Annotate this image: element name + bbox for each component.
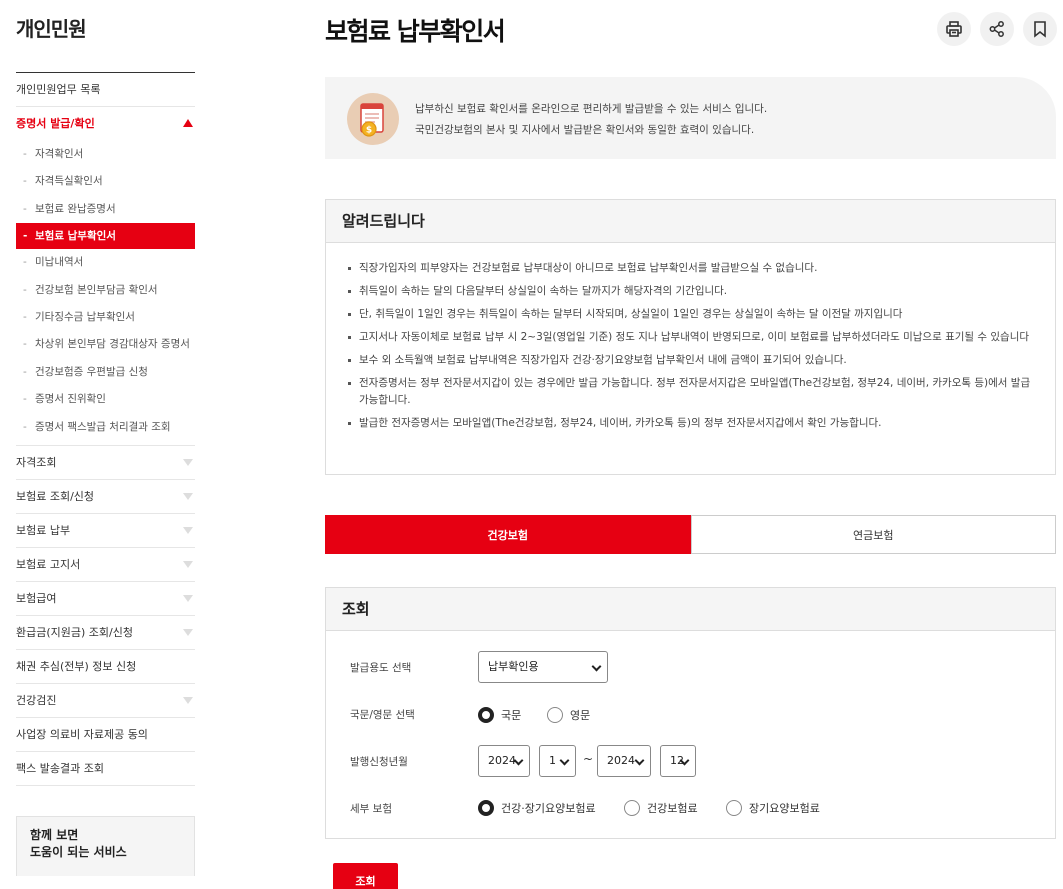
sidebar-section-certificates[interactable]: 증명서 발급/확인 bbox=[16, 107, 195, 141]
radio-label: 국문 bbox=[501, 709, 522, 722]
notice-item: 전자증명서는 정부 전자문서지갑이 있는 경우에만 발급 가능합니다. 정부 전… bbox=[348, 375, 1035, 409]
radio-korean[interactable]: 국문 bbox=[478, 707, 521, 723]
tab-health-insurance[interactable]: 건강보험 bbox=[325, 515, 691, 554]
sidebar-subitem[interactable]: - 건강보험 본인부담금 확인서 bbox=[16, 277, 195, 304]
sidebar-section[interactable]: 사업장 의료비 자료제공 동의 bbox=[16, 718, 195, 752]
from-month-select[interactable]: 1 bbox=[539, 745, 576, 777]
sidebar-subitem[interactable]: - 건강보험증 우편발급 신청 bbox=[16, 359, 195, 386]
radio-health[interactable]: 건강보험료 bbox=[624, 800, 698, 816]
page-title: 보험료 납부확인서 bbox=[325, 17, 506, 46]
sidebar-subitem-active[interactable]: - 보험료 납부확인서 bbox=[16, 223, 195, 250]
to-month-select[interactable]: 12 bbox=[660, 745, 696, 777]
purpose-select[interactable]: 납부확인용 bbox=[478, 651, 608, 683]
radio-dot bbox=[547, 707, 563, 723]
intro-text: 납부하신 보험료 확인서를 온라인으로 편리하게 발급받을 수 있는 서비스 입… bbox=[415, 99, 767, 141]
intro-line: 납부하신 보험료 확인서를 온라인으로 편리하게 발급받을 수 있는 서비스 입… bbox=[415, 103, 768, 115]
radio-label: 장기요양보험료 bbox=[749, 802, 820, 815]
sidebar-subitem[interactable]: - 보험료 완납증명서 bbox=[16, 196, 195, 223]
related-services-title-2: 도움이 되는 서비스 bbox=[30, 844, 127, 859]
to-year-select[interactable]: 2024 bbox=[597, 745, 651, 777]
share-button[interactable] bbox=[980, 12, 1014, 46]
sidebar-subitem[interactable]: - 자격확인서 bbox=[16, 141, 195, 168]
chevron-down-icon bbox=[183, 492, 193, 500]
chevron-down-icon bbox=[183, 560, 193, 568]
sidebar-subitem[interactable]: - 증명서 진위확인 bbox=[16, 386, 195, 413]
sidebar-title: 개인민원 bbox=[16, 13, 195, 73]
sidebar-item-menu-list[interactable]: 개인민원업무 목록 bbox=[16, 73, 195, 107]
period-separator: ~ bbox=[583, 752, 594, 766]
language-label: 국문/영문 선택 bbox=[350, 709, 415, 721]
insurance-label: 세부 보험 bbox=[350, 803, 392, 815]
radio-label: 건강보험료 bbox=[647, 802, 698, 815]
period-label: 발행신청년월 bbox=[350, 756, 408, 768]
sidebar-section-label: 증명서 발급/확인 bbox=[16, 117, 95, 130]
sidebar-submenu: - 자격확인서 - 자격득실확인서 - 보험료 완납증명서 - 보험료 납부확인서 -미… bbox=[16, 141, 195, 446]
notice-item: 보수 외 소득월액 보험료 납부내역은 직장가입자 건강·장기요양보험 납부확인… bbox=[348, 352, 1035, 369]
chevron-down-icon bbox=[183, 458, 193, 466]
from-year-select[interactable]: 2024 bbox=[478, 745, 530, 777]
sidebar-subitem[interactable]: - 기타징수금 납부확인서 bbox=[16, 304, 195, 331]
sidebar-subitem[interactable]: - 차상위 본인부담 경감대상자 증명서 bbox=[16, 331, 195, 358]
share-icon bbox=[989, 21, 1004, 37]
print-button[interactable] bbox=[937, 12, 971, 46]
radio-dot bbox=[624, 800, 640, 816]
chevron-down-icon bbox=[183, 628, 193, 636]
radio-dot bbox=[726, 800, 742, 816]
sidebar-section[interactable]: 건강검진 bbox=[16, 684, 195, 718]
notice-item: 단, 취득일이 1일인 경우는 취득일이 속하는 달부터 시작되며, 상실일이 … bbox=[348, 306, 1035, 323]
document-coin-icon: $ bbox=[347, 93, 399, 145]
sidebar-section[interactable]: 자격조회 bbox=[16, 446, 195, 480]
sidebar-section[interactable]: 보험급여 bbox=[16, 582, 195, 616]
notice-heading: 알려드립니다 bbox=[326, 200, 1055, 243]
search-button[interactable]: 조회 bbox=[333, 863, 398, 889]
sidebar: 개인민원 개인민원업무 목록 증명서 발급/확인 - 자격확인서 - 자격득실확인서… bbox=[16, 0, 195, 876]
bookmark-icon bbox=[1034, 21, 1046, 38]
tab-pension-insurance[interactable]: 연금보험 bbox=[690, 515, 1056, 554]
purpose-label: 발급용도 선택 bbox=[350, 662, 412, 674]
sidebar-section[interactable]: 보험료 납부 bbox=[16, 514, 195, 548]
sidebar-section[interactable]: 팩스 발송결과 조회 bbox=[16, 752, 195, 786]
chevron-down-icon bbox=[183, 696, 193, 704]
sidebar-subitem[interactable]: - 미납내역서 bbox=[16, 249, 195, 276]
sidebar-subitem[interactable]: - 증명서 팩스발급 처리결과 조회 bbox=[16, 414, 195, 441]
notice-item: 고지서나 자동이체로 보험료 납부 시 2~3일(영업일 기준) 정도 지나 납… bbox=[348, 329, 1035, 346]
bookmark-button[interactable] bbox=[1023, 12, 1057, 46]
chevron-down-icon bbox=[183, 594, 193, 602]
sidebar-subitem[interactable]: - 자격득실확인서 bbox=[16, 168, 195, 195]
sidebar-section[interactable]: 채권 추심(전부) 정보 신청 bbox=[16, 650, 195, 684]
radio-label: 건강·장기요양보험료 bbox=[501, 802, 596, 815]
sidebar-section[interactable]: 보험료 조회/신청 bbox=[16, 480, 195, 514]
query-panel: 조회 발급용도 선택 납부확인용 국문/영문 선택 국문 영문 발행신청년월 2… bbox=[325, 587, 1056, 839]
notice-list: 직장가입자의 피부양자는 건강보험료 납부대상이 아니므로 보험료 납부확인서를… bbox=[326, 243, 1055, 432]
sidebar-section[interactable]: 환급금(지원금) 조회/신청 bbox=[16, 616, 195, 650]
notice-panel: 알려드립니다 직장가입자의 피부양자는 건강보험료 납부대상이 아니므로 보험료… bbox=[325, 199, 1056, 475]
radio-dot bbox=[478, 707, 494, 723]
intro-line: 국민건강보험의 본사 및 지사에서 발급받은 확인서와 동일한 효력이 있습니다… bbox=[415, 124, 755, 136]
radio-ltc[interactable]: 장기요양보험료 bbox=[726, 800, 820, 816]
intro-banner: $ 납부하신 보험료 확인서를 온라인으로 편리하게 발급받을 수 있는 서비스… bbox=[325, 77, 1056, 159]
insurance-tabs: 건강보험 연금보험 bbox=[325, 515, 1056, 554]
related-services-title-1: 함께 보면 bbox=[30, 827, 79, 842]
chevron-down-icon bbox=[183, 526, 193, 534]
radio-health-ltc[interactable]: 건강·장기요양보험료 bbox=[478, 800, 596, 816]
sidebar-section[interactable]: 보험료 고지서 bbox=[16, 548, 195, 582]
chevron-up-icon bbox=[183, 119, 193, 127]
notice-item: 직장가입자의 피부양자는 건강보험료 납부대상이 아니므로 보험료 납부확인서를… bbox=[348, 260, 1035, 277]
svg-text:$: $ bbox=[366, 126, 372, 136]
notice-item: 취득일이 속하는 달의 다음달부터 상실일이 속하는 달까지가 해당자격의 기간… bbox=[348, 283, 1035, 300]
query-heading: 조회 bbox=[326, 588, 1055, 631]
radio-label: 영문 bbox=[570, 709, 591, 722]
radio-english[interactable]: 영문 bbox=[547, 707, 590, 723]
notice-item: 발급한 전자증명서는 모바일앱(The건강보험, 정부24, 네이버, 카카오톡… bbox=[348, 415, 1035, 432]
print-icon bbox=[946, 21, 962, 37]
related-services-box: 함께 보면 도움이 되는 서비스 bbox=[16, 815, 195, 876]
radio-dot bbox=[478, 800, 494, 816]
